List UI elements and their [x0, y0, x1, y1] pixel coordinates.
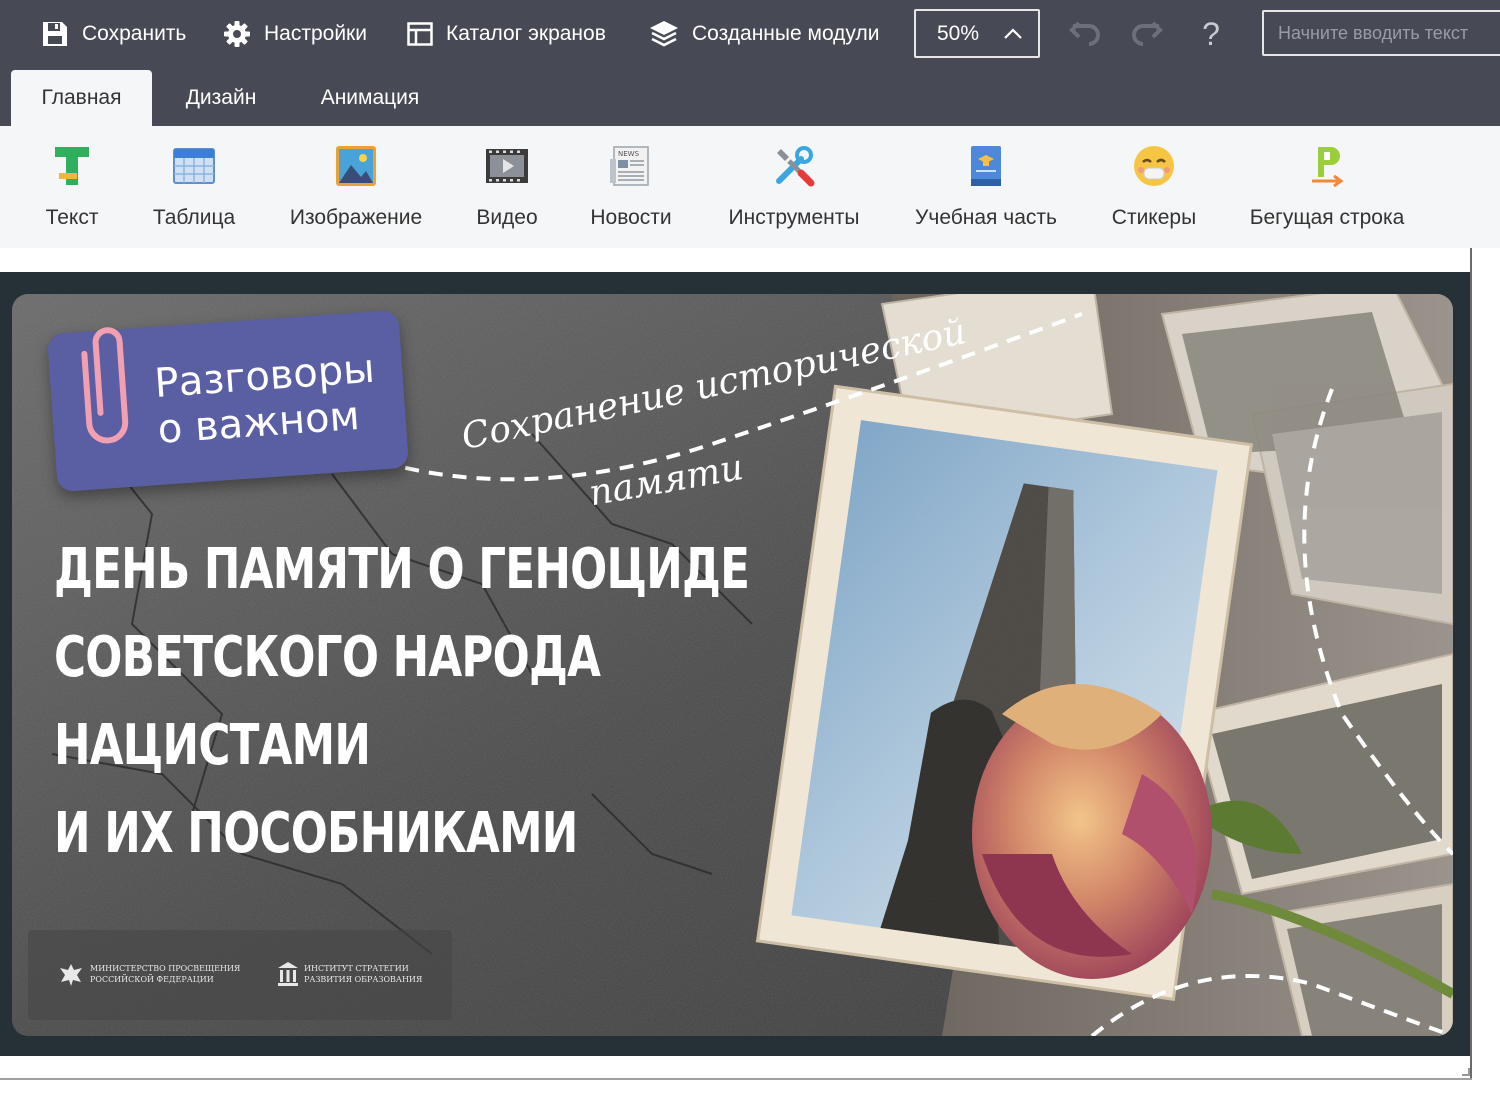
ribbon-label: Таблица [152, 206, 236, 229]
slide-preview[interactable]: Разговоры о важном Сохранение историческ… [12, 294, 1453, 1036]
settings-button[interactable]: Настройки [222, 12, 367, 56]
chevron-up-icon [1003, 22, 1023, 46]
ministry-logo-text: МИНИСТЕРСТВО ПРОСВЕЩЕНИЯ РОССИЙСКОЙ ФЕДЕ… [90, 963, 240, 985]
ribbon-item-ticker[interactable]: Бегущая строка [1246, 140, 1408, 240]
institute-emblem-icon [276, 960, 300, 993]
canvas-border-right [1470, 248, 1472, 1078]
ribbon-item-video[interactable]: Видео [474, 140, 540, 240]
settings-label: Настройки [264, 22, 367, 45]
brand-badge: Разговоры о важном [46, 309, 410, 493]
insert-ribbon: Текст Таблица Изображение Видео NEWS Нов… [0, 126, 1500, 248]
tab-home[interactable]: Главная [11, 70, 152, 126]
created-modules-button[interactable]: Созданные модули [648, 12, 879, 56]
redo-icon [1129, 15, 1163, 54]
tab-label: Анимация [320, 86, 420, 109]
logo-line: ИНСТИТУТ СТРАТЕГИИ [304, 964, 409, 973]
search-input[interactable] [1262, 10, 1500, 56]
ribbon-item-table[interactable]: Таблица [150, 140, 238, 240]
paperclip-icon [68, 311, 142, 460]
help-button[interactable]: ? [1196, 12, 1226, 56]
help-label: ? [1202, 15, 1220, 52]
editor-canvas: Разговоры о важном Сохранение историческ… [0, 248, 1500, 1100]
ribbon-label: Учебная часть [915, 206, 1057, 229]
ribbon-item-news[interactable]: NEWS Новости [586, 140, 676, 240]
zoom-value: 50% [937, 21, 980, 45]
floppy-icon [40, 19, 70, 49]
headline-line: И ИХ ПОСОБНИКАМИ [54, 801, 578, 866]
logo-line: МИНИСТЕРСТВО ПРОСВЕЩЕНИЯ [90, 964, 241, 973]
catalog-label: Каталог экранов [446, 22, 606, 45]
headline-line: НАЦИСТАМИ [54, 713, 371, 778]
slide-headline: ДЕНЬ ПАМЯТИ О ГЕНОЦИДЕ СОВЕТСКОГО НАРОДА… [54, 526, 750, 878]
text-icon [46, 140, 98, 192]
sticker-icon [1128, 140, 1180, 192]
undo-icon [1069, 15, 1103, 54]
logo-line: РОССИЙСКОЙ ФЕДЕРАЦИИ [90, 975, 214, 984]
layers-icon [648, 18, 680, 50]
slide-stage: Разговоры о важном Сохранение историческ… [0, 272, 1470, 1056]
svg-text:NEWS: NEWS [618, 150, 640, 158]
top-toolbar: Сохранить Настройки Каталог экранов Созд… [0, 0, 1500, 126]
eagle-emblem-icon [58, 962, 84, 993]
layout-icon [406, 20, 434, 48]
ribbon-item-study[interactable]: Учебная часть [912, 140, 1060, 240]
gear-icon [222, 19, 252, 49]
ribbon-item-stickers[interactable]: Стикеры [1108, 140, 1200, 240]
tab-label: Дизайн [185, 86, 257, 109]
tab-design[interactable]: Дизайн [168, 70, 274, 126]
ribbon-item-tools[interactable]: Инструменты [724, 140, 864, 240]
redo-button[interactable] [1126, 14, 1166, 54]
modules-label: Созданные модули [692, 22, 880, 45]
ribbon-label: Видео [476, 206, 538, 229]
canvas-border-bottom [0, 1078, 1472, 1080]
book-icon [960, 140, 1012, 192]
save-label: Сохранить [82, 22, 187, 45]
image-icon [330, 140, 382, 192]
logo-line: РАЗВИТИЯ ОБРАЗОВАНИЯ [304, 975, 423, 984]
ribbon-label: Бегущая строка [1249, 206, 1405, 229]
institute-logo-text: ИНСТИТУТ СТРАТЕГИИ РАЗВИТИЯ ОБРАЗОВАНИЯ [304, 963, 422, 985]
headline-line: ДЕНЬ ПАМЯТИ О ГЕНОЦИДЕ [54, 537, 750, 602]
ribbon-item-image[interactable]: Изображение [286, 140, 426, 240]
ribbon-label: Новости [590, 206, 672, 229]
save-button[interactable]: Сохранить [40, 12, 186, 56]
headline-line: СОВЕТСКОГО НАРОДА [54, 625, 601, 690]
table-icon [168, 140, 220, 192]
tab-label: Главная [41, 86, 122, 109]
undo-button[interactable] [1066, 14, 1106, 54]
partner-logos: МИНИСТЕРСТВО ПРОСВЕЩЕНИЯ РОССИЙСКОЙ ФЕДЕ… [28, 930, 452, 1020]
zoom-select[interactable]: 50% [914, 9, 1040, 58]
news-icon: NEWS [605, 140, 657, 192]
ribbon-label: Текст [45, 206, 99, 229]
video-icon [481, 140, 533, 192]
screen-catalog-button[interactable]: Каталог экранов [406, 12, 606, 56]
ribbon-label: Изображение [289, 206, 423, 229]
ribbon-label: Инструменты [728, 206, 860, 229]
tools-icon [768, 140, 820, 192]
tab-animation[interactable]: Анимация [302, 70, 438, 126]
badge-text: Разговоры о важном [153, 346, 379, 453]
ribbon-item-text[interactable]: Текст [42, 140, 102, 240]
ribbon-label: Стикеры [1111, 206, 1197, 229]
ticker-icon [1301, 140, 1353, 192]
resize-grip-icon[interactable] [1462, 1068, 1470, 1076]
